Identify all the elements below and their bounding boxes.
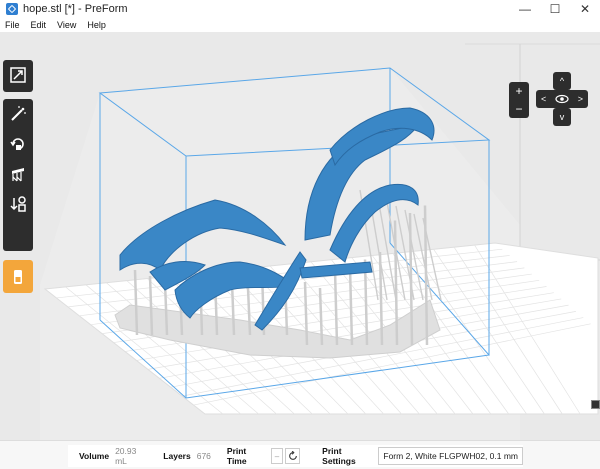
- layers-value: 676: [196, 451, 211, 461]
- job-summary: Volume 20.93 mL Layers 676 Print Time – …: [68, 445, 524, 467]
- auto-orient-button[interactable]: [3, 99, 33, 129]
- supports-icon: [12, 168, 24, 182]
- layers-label: Layers: [163, 451, 191, 461]
- maximize-button[interactable]: ☐: [540, 0, 570, 18]
- rotate-icon: [10, 138, 24, 150]
- print-time-value: –: [270, 448, 284, 464]
- menu-help[interactable]: Help: [87, 20, 106, 30]
- zoom-control: + −: [509, 82, 529, 118]
- close-button[interactable]: ✕: [570, 0, 600, 18]
- pan-up-button[interactable]: ^: [553, 72, 571, 90]
- volume-label: Volume: [79, 451, 110, 461]
- menu-file[interactable]: File: [5, 20, 20, 30]
- pan-left-button[interactable]: <: [541, 94, 546, 104]
- supports-button[interactable]: [3, 159, 33, 189]
- zoom-in-button[interactable]: +: [515, 84, 522, 98]
- title-bar: hope.stl [*] - PreForm — ☐ ✕: [0, 0, 600, 18]
- orientation-button[interactable]: [3, 129, 33, 159]
- pan-down-button[interactable]: v: [553, 108, 571, 126]
- layout-icon: [10, 196, 26, 212]
- refresh-estimate-button[interactable]: [285, 448, 301, 464]
- menu-edit[interactable]: Edit: [31, 20, 47, 30]
- status-bar: Volume 20.93 mL Layers 676 Print Time – …: [0, 440, 600, 469]
- tools-toolbar: [3, 99, 33, 251]
- print-settings-label: Print Settings: [322, 446, 356, 466]
- magic-wand-icon: [11, 106, 26, 121]
- window-title: hope.stl [*] - PreForm: [23, 3, 128, 15]
- 3d-viewport[interactable]: + − ^ < > v: [0, 32, 600, 440]
- print-time-label: Print Time: [226, 446, 247, 466]
- expand-icon: [10, 67, 26, 83]
- view-navigation-pad: ^ < > v: [536, 72, 588, 126]
- fit-view-button[interactable]: [3, 60, 33, 90]
- volume-value: 20.93 mL: [115, 446, 137, 466]
- nav-horizontal-bar: < >: [536, 90, 588, 108]
- print-settings-field[interactable]: Form 2, White FLGPWH02, 0.1 mm: [378, 447, 524, 465]
- side-panel-handle[interactable]: [591, 400, 600, 409]
- pan-right-button[interactable]: >: [578, 94, 583, 104]
- eye-icon[interactable]: [555, 94, 569, 104]
- layout-button[interactable]: [3, 189, 33, 219]
- refresh-icon: [288, 451, 297, 460]
- app-icon: [6, 3, 18, 15]
- menu-bar: File Edit View Help: [0, 18, 600, 32]
- view-toolbar: [3, 60, 33, 92]
- zoom-out-button[interactable]: −: [515, 102, 522, 116]
- menu-view[interactable]: View: [57, 20, 76, 30]
- printer-icon: [14, 269, 22, 284]
- minimize-button[interactable]: —: [510, 0, 540, 18]
- print-button[interactable]: [3, 260, 33, 293]
